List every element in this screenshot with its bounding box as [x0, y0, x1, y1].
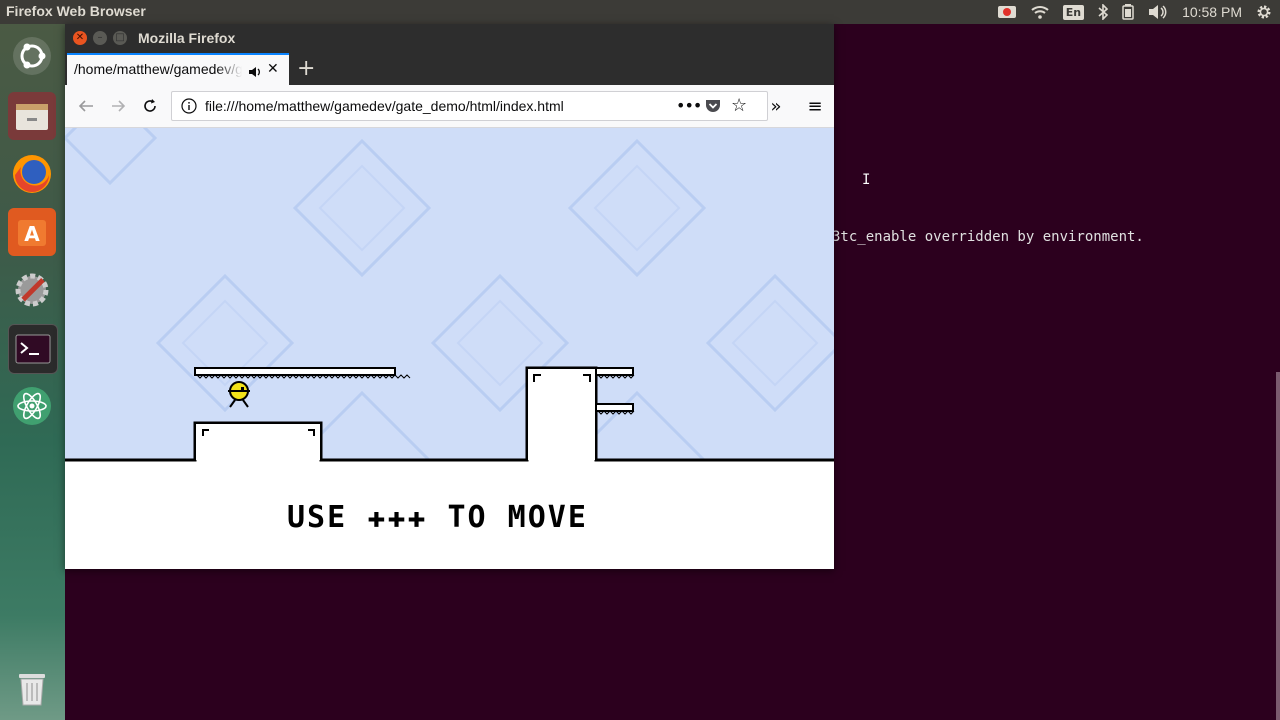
tab-bar: /home/matthew/gamedev/gate_demo/html/ind… [65, 53, 834, 85]
ubuntu-dash-button[interactable] [8, 32, 56, 80]
left-block [196, 424, 320, 460]
game-canvas[interactable]: USE ✚✚✚ TO MOVE [65, 128, 834, 569]
indicator-area: En 10:58 PM [997, 0, 1280, 24]
instruction-prefix: USE [287, 500, 348, 535]
trash-icon [19, 674, 45, 706]
battery-icon[interactable] [1122, 4, 1134, 20]
volume-icon[interactable] [1148, 4, 1168, 20]
back-arrow-icon [78, 100, 93, 112]
navigation-toolbar: file:///home/matthew/gamedev/gate_demo/h… [65, 85, 834, 128]
wifi-icon[interactable] [1031, 5, 1049, 19]
gate-ledge-bottom [595, 403, 635, 415]
pocket-icon[interactable] [705, 98, 721, 118]
bluetooth-icon[interactable] [1098, 4, 1109, 20]
settings-wrench-icon [15, 273, 49, 307]
bookmark-star-icon[interactable]: ☆ [731, 95, 747, 116]
software-center-launcher[interactable]: A [8, 208, 56, 256]
firefox-icon [13, 155, 51, 193]
minimize-window-button[interactable]: – [93, 31, 107, 45]
new-tab-button[interactable]: + [297, 56, 315, 81]
window-title: Mozilla Firefox [138, 30, 236, 46]
arrow-key-icon: ✚ [407, 500, 428, 535]
tab-title: /home/matthew/gamedev/gate_demo/html/ind… [74, 61, 242, 77]
files-icon [16, 104, 48, 130]
player-character [228, 381, 250, 408]
svg-text:A: A [24, 222, 40, 246]
forward-button[interactable] [106, 94, 130, 118]
active-app-title: Firefox Web Browser [6, 3, 146, 19]
terminal-icon [15, 334, 51, 364]
files-launcher[interactable] [8, 92, 56, 140]
reload-icon [144, 99, 156, 112]
url-text[interactable]: file:///home/matthew/gamedev/gate_demo/h… [205, 98, 564, 114]
floating-platform [194, 367, 411, 379]
chevron-double-right-icon: » [770, 95, 782, 117]
language-label: En [1062, 4, 1085, 20]
firefox-window: ✕ – □ Mozilla Firefox /home/matthew/game… [65, 24, 834, 569]
atom-icon [13, 387, 51, 425]
firefox-launcher[interactable] [8, 150, 56, 198]
window-titlebar[interactable]: ✕ – □ Mozilla Firefox [65, 24, 834, 53]
instruction-text: USE ✚✚✚ TO MOVE [287, 500, 588, 535]
system-settings-launcher[interactable] [8, 266, 56, 314]
gate-ledge-top [595, 367, 635, 379]
back-button[interactable] [74, 94, 98, 118]
page-actions-icon[interactable]: ••• [676, 96, 702, 115]
text-cursor-icon: I [862, 172, 871, 188]
keyboard-layout-indicator[interactable]: En [1062, 4, 1085, 20]
instruction-suffix: TO MOVE [447, 500, 588, 535]
info-icon[interactable] [181, 98, 197, 118]
arrow-key-icon: ✚ [367, 500, 388, 535]
software-center-icon: A [18, 220, 46, 246]
ubuntu-logo-icon [13, 37, 51, 75]
atom-launcher[interactable] [8, 382, 56, 430]
tab-active[interactable]: /home/matthew/gamedev/gate_demo/html/ind… [67, 53, 289, 85]
url-bar[interactable]: file:///home/matthew/gamedev/gate_demo/h… [171, 91, 768, 121]
maximize-window-button[interactable]: □ [113, 31, 127, 45]
terminal-launcher[interactable] [8, 324, 58, 374]
gear-icon[interactable] [1256, 4, 1272, 20]
terminal-scrollbar[interactable] [1276, 372, 1280, 720]
clock[interactable]: 10:58 PM [1182, 4, 1242, 20]
tall-block [528, 369, 595, 460]
hamburger-icon: ≡ [807, 95, 823, 117]
launcher: A [0, 24, 65, 720]
record-icon[interactable] [997, 4, 1017, 20]
hamburger-menu-button[interactable]: ≡ [803, 94, 827, 118]
overflow-menu-button[interactable]: » [764, 94, 788, 118]
reload-button[interactable] [138, 94, 162, 118]
close-tab-icon[interactable]: ✕ [267, 61, 279, 77]
top-panel: Firefox Web Browser En 10:58 PM [0, 0, 1280, 24]
forward-arrow-icon [112, 100, 126, 112]
speaker-icon[interactable] [248, 63, 262, 82]
close-window-button[interactable]: ✕ [73, 31, 87, 45]
trash-launcher[interactable] [8, 664, 56, 712]
terminal-output-line: 3tc_enable overridden by environment. [832, 229, 1144, 245]
arrow-key-icon: ✚ [387, 500, 408, 535]
